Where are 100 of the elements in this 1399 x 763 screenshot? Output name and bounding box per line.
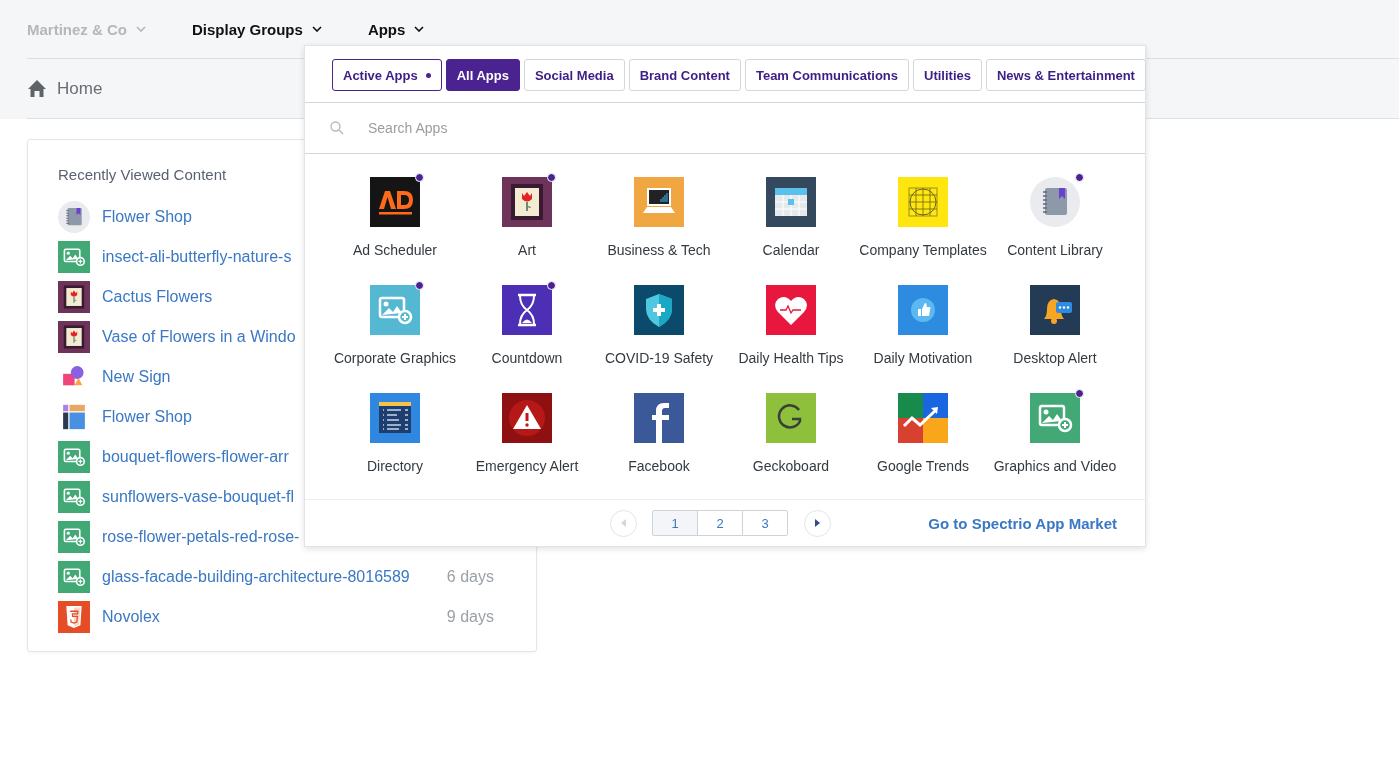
image-add-icon <box>58 521 90 553</box>
shield-icon <box>634 285 684 335</box>
app-name: Google Trends <box>877 458 969 474</box>
ad-logo-icon <box>370 177 420 227</box>
tab-label: Social Media <box>534 67 614 83</box>
app-tile[interactable]: Countdown <box>461 285 593 383</box>
tab-label: Team Communications <box>755 67 898 83</box>
caret-icon <box>414 26 425 32</box>
image-add-icon <box>1030 393 1080 443</box>
caret-icon <box>311 26 322 32</box>
filter-tab[interactable]: Team Communications <box>744 59 909 91</box>
notebook-icon <box>58 201 90 233</box>
app-tile[interactable]: Content Library <box>989 177 1121 275</box>
app-name: Calendar <box>762 242 820 258</box>
app-name: Business & Tech <box>607 242 711 258</box>
content-link[interactable]: insect-ali-butterfly-nature-s <box>102 248 292 266</box>
app-name: Desktop Alert <box>1013 350 1097 366</box>
filter-tab[interactable]: All Apps <box>445 59 520 91</box>
app-name: Graphics and Video <box>993 458 1117 474</box>
image-add-icon <box>58 441 90 473</box>
tab-label: News & Entertainment <box>996 67 1135 83</box>
image-add-icon <box>58 241 90 273</box>
filter-tab[interactable]: Brand Content <box>628 59 741 91</box>
framed-flower-icon <box>58 281 90 313</box>
nav-menu[interactable]: Apps <box>367 20 425 38</box>
app-tile[interactable]: Facebook <box>593 393 725 491</box>
app-tile[interactable]: Geckoboard <box>725 393 857 491</box>
app-name: Corporate Graphics <box>333 350 457 366</box>
framed-flower-icon <box>502 177 552 227</box>
app-name: Content Library <box>1007 242 1103 258</box>
filter-tab[interactable]: Active Apps <box>332 59 442 91</box>
viewed-time: 6 days <box>446 568 494 586</box>
globe-grid-icon <box>898 177 948 227</box>
app-tile[interactable]: Daily Health Tips <box>725 285 857 383</box>
app-tile[interactable]: Art <box>461 177 593 275</box>
breadcrumb-link[interactable]: Home <box>57 78 103 99</box>
viewed-time: 9 days <box>446 608 494 626</box>
app-name: Daily Health Tips <box>738 350 844 366</box>
tab-label: Active Apps <box>343 67 418 83</box>
content-link[interactable]: Novolex <box>102 608 160 626</box>
image-add-icon <box>58 561 90 593</box>
page-button[interactable]: 3 <box>742 510 788 536</box>
page-button[interactable]: 2 <box>697 510 743 536</box>
laptop-icon <box>634 177 684 227</box>
image-add-icon <box>58 481 90 513</box>
nav-menu[interactable]: Display Groups <box>192 20 322 38</box>
app-tile[interactable]: Business & Tech <box>593 177 725 275</box>
card-title: Recently Viewed Content <box>58 166 228 183</box>
f-logo-icon <box>634 393 684 443</box>
bell-icon <box>1030 285 1080 335</box>
app-name: Daily Motivation <box>873 350 973 366</box>
filter-tab[interactable]: Utilities <box>913 59 982 91</box>
app-tile[interactable]: Desktop Alert <box>989 285 1121 383</box>
tab-label: Brand Content <box>639 67 730 83</box>
image-add-icon <box>370 285 420 335</box>
content-link[interactable]: sunflowers-vase-bouquet-fl <box>102 488 295 506</box>
search-icon <box>330 121 344 135</box>
g-logo-icon <box>766 393 816 443</box>
content-link[interactable]: Flower Shop <box>102 408 192 426</box>
app-name: Directory <box>367 458 423 474</box>
framed-flower-icon <box>58 321 90 353</box>
app-market-link[interactable]: Go to Spectrio App Market <box>928 514 1117 532</box>
filter-tab[interactable]: Social Media <box>523 59 625 91</box>
content-link[interactable]: Cactus Flowers <box>102 288 213 306</box>
content-link[interactable]: New Sign <box>102 368 171 386</box>
left-triangle-icon <box>621 519 626 527</box>
content-link[interactable]: Flower Shop <box>102 208 192 226</box>
trend-chart-icon <box>898 393 948 443</box>
content-link[interactable]: glass-facade-building-architecture-8016589 <box>102 568 410 586</box>
app-tile[interactable]: Ad Scheduler <box>329 177 461 275</box>
content-link[interactable]: Vase of Flowers in a Windo <box>102 328 296 346</box>
page-button[interactable]: 1 <box>652 510 698 536</box>
app-tile[interactable]: Calendar <box>725 177 857 275</box>
app-tile[interactable]: COVID-19 Safety <box>593 285 725 383</box>
hourglass-icon <box>502 285 552 335</box>
filter-tab[interactable]: News & Entertainment <box>985 59 1146 91</box>
app-name: Geckoboard <box>752 458 830 474</box>
app-name: Art <box>518 242 536 258</box>
right-triangle-icon <box>815 519 820 527</box>
app-tile[interactable]: Emergency Alert <box>461 393 593 491</box>
app-tile[interactable]: Daily Motivation <box>857 285 989 383</box>
app-name: COVID-19 Safety <box>604 350 714 366</box>
app-tile[interactable]: Corporate Graphics <box>329 285 461 383</box>
calendar-icon <box>766 177 816 227</box>
thumbs-up-icon <box>898 285 948 335</box>
app-tile[interactable]: Company Templates <box>857 177 989 275</box>
next-page-button[interactable] <box>804 509 831 537</box>
warning-icon <box>502 393 552 443</box>
app-tile[interactable]: Directory <box>329 393 461 491</box>
list-icon <box>370 393 420 443</box>
app-tile[interactable]: Graphics and Video <box>989 393 1121 491</box>
app-tile[interactable]: Google Trends <box>857 393 989 491</box>
app-name: Facebook <box>628 458 690 474</box>
notebook-icon <box>1030 177 1080 227</box>
tab-label: Utilities <box>924 67 971 83</box>
content-link[interactable]: rose-flower-petals-red-rose- <box>102 528 300 546</box>
content-link[interactable]: bouquet-flowers-flower-arr <box>102 448 289 466</box>
caret-icon <box>136 26 146 32</box>
app-name: Company Templates <box>859 242 987 258</box>
shield-logo-icon <box>58 601 90 633</box>
